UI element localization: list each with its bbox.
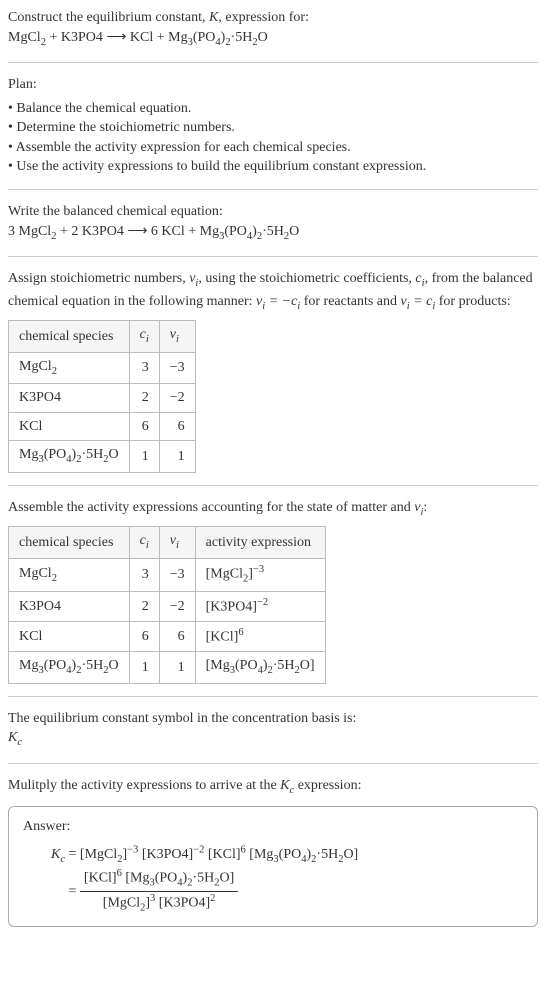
stoich-text-5: for products: [435, 294, 510, 309]
cell-species: KCl [9, 412, 130, 441]
divider [8, 696, 538, 697]
cell-species: KCl [9, 622, 130, 652]
cell-expr: [K3PO4]−2 [195, 591, 325, 621]
answer-box: Answer: Kc = [MgCl2]−3 [K3PO4]−2 [KCl]6 … [8, 806, 538, 927]
cell-c: 6 [129, 622, 159, 652]
table-row: K3PO4 2 −2 [K3PO4]−2 [9, 591, 326, 621]
plan-heading: Plan: [8, 75, 538, 95]
cell-species: K3PO4 [9, 591, 130, 621]
table-row: MgCl2 3 −3 [9, 352, 196, 383]
stoich-rel1: νi = −ci [256, 294, 300, 309]
cell-c: 6 [129, 412, 159, 441]
cell-c: 2 [129, 591, 159, 621]
symbol-line: The equilibrium constant symbol in the c… [8, 709, 538, 729]
plan-item: Balance the chemical equation. [8, 99, 538, 119]
table-row: KCl 6 6 [KCl]6 [9, 622, 326, 652]
cell-expr: [Mg3(PO4)2·5H2O] [195, 652, 325, 683]
plan-list: Balance the chemical equation. Determine… [8, 99, 538, 177]
table-row: K3PO4 2 −2 [9, 384, 196, 413]
balanced-section: Write the balanced chemical equation: 3 … [8, 202, 538, 244]
plan-section: Plan: Balance the chemical equation. Det… [8, 75, 538, 177]
symbol-section: The equilibrium constant symbol in the c… [8, 709, 538, 751]
multiply-section: Mulitply the activity expressions to arr… [8, 776, 538, 798]
intro-K: K [209, 10, 218, 25]
stoich-table: chemical species ci νi MgCl2 3 −3 K3PO4 … [8, 320, 196, 473]
cell-species: MgCl2 [9, 558, 130, 591]
table-header-c: ci [129, 527, 159, 558]
table-header-expr: activity expression [195, 527, 325, 558]
table-header-nu: νi [159, 527, 195, 558]
stoich-section: Assign stoichiometric numbers, νi, using… [8, 269, 538, 473]
table-row: Mg3(PO4)2·5H2O 1 1 [Mg3(PO4)2·5H2O] [9, 652, 326, 683]
answer-eq-sign-2: = [69, 884, 80, 899]
intro-eq-lhs: MgCl2 + K3PO4 [8, 30, 103, 45]
divider [8, 256, 538, 257]
table-header-nu: νi [159, 321, 195, 352]
multiply-text-1: Mulitply the activity expressions to arr… [8, 778, 280, 793]
cell-species: Mg3(PO4)2·5H2O [9, 441, 130, 472]
cell-nu: −3 [159, 558, 195, 591]
activity-text-1: Assemble the activity expressions accoun… [8, 500, 414, 515]
cell-c: 3 [129, 558, 159, 591]
answer-eq-sign: = [69, 847, 80, 862]
stoich-text-4: for reactants and [300, 294, 400, 309]
activity-table: chemical species ci νi activity expressi… [8, 526, 326, 684]
cell-nu: 1 [159, 652, 195, 683]
stoich-nu: νi [189, 271, 198, 286]
balanced-arrow: ⟶ [127, 224, 151, 239]
divider [8, 62, 538, 63]
cell-nu: −3 [159, 352, 195, 383]
cell-nu: 6 [159, 622, 195, 652]
plan-item: Use the activity expressions to build th… [8, 157, 538, 177]
table-header-c: ci [129, 321, 159, 352]
cell-c: 3 [129, 352, 159, 383]
symbol-Kc: Kc [8, 728, 538, 750]
intro-section: Construct the equilibrium constant, K, e… [8, 8, 538, 50]
cell-nu: 6 [159, 412, 195, 441]
cell-species: MgCl2 [9, 352, 130, 383]
cell-c: 1 [129, 652, 159, 683]
activity-text-2: : [423, 500, 427, 515]
balanced-heading: Write the balanced chemical equation: [8, 202, 538, 222]
intro-text-1: Construct the equilibrium constant, [8, 10, 209, 25]
cell-expr: [KCl]6 [195, 622, 325, 652]
multiply-text-2: expression: [294, 778, 361, 793]
cell-c: 2 [129, 384, 159, 413]
balanced-lhs: 3 MgCl2 + 2 K3PO4 [8, 224, 124, 239]
table-row: MgCl2 3 −3 [MgCl2]−3 [9, 558, 326, 591]
stoich-c: ci [415, 271, 424, 286]
cell-species: Mg3(PO4)2·5H2O [9, 652, 130, 683]
answer-frac-den: [MgCl2]3 [K3PO4]2 [80, 892, 238, 916]
intro-eq-rhs: KCl + Mg3(PO4)2·5H2O [130, 30, 268, 45]
cell-expr: [MgCl2]−3 [195, 558, 325, 591]
cell-species: K3PO4 [9, 384, 130, 413]
stoich-text-2: , using the stoichiometric coefficients, [198, 271, 415, 286]
intro-text-1b: , expression for: [218, 10, 309, 25]
stoich-text-1: Assign stoichiometric numbers, [8, 271, 189, 286]
answer-equation: Kc = [MgCl2]−3 [K3PO4]−2 [KCl]6 [Mg3(PO4… [23, 843, 523, 916]
table-row: KCl 6 6 [9, 412, 196, 441]
divider [8, 763, 538, 764]
cell-nu: −2 [159, 384, 195, 413]
cell-nu: 1 [159, 441, 195, 472]
cell-c: 1 [129, 441, 159, 472]
stoich-rel2: νi = ci [401, 294, 436, 309]
balanced-rhs: 6 KCl + Mg3(PO4)2·5H2O [151, 224, 299, 239]
answer-frac-num: [KCl]6 [Mg3(PO4)2·5H2O] [80, 867, 238, 892]
plan-item: Determine the stoichiometric numbers. [8, 118, 538, 138]
answer-fraction: [KCl]6 [Mg3(PO4)2·5H2O] [MgCl2]3 [K3PO4]… [80, 867, 238, 916]
divider [8, 485, 538, 486]
multiply-Kc: Kc [280, 778, 294, 793]
table-header-species: chemical species [9, 527, 130, 558]
table-header-species: chemical species [9, 321, 130, 352]
activity-section: Assemble the activity expressions accoun… [8, 498, 538, 684]
plan-item: Assemble the activity expression for eac… [8, 138, 538, 158]
answer-Kc: Kc [51, 847, 65, 862]
cell-nu: −2 [159, 591, 195, 621]
intro-arrow: ⟶ [106, 30, 130, 45]
answer-label: Answer: [23, 817, 523, 837]
table-row: Mg3(PO4)2·5H2O 1 1 [9, 441, 196, 472]
divider [8, 189, 538, 190]
answer-line1: [MgCl2]−3 [K3PO4]−2 [KCl]6 [Mg3(PO4)2·5H… [80, 847, 358, 862]
